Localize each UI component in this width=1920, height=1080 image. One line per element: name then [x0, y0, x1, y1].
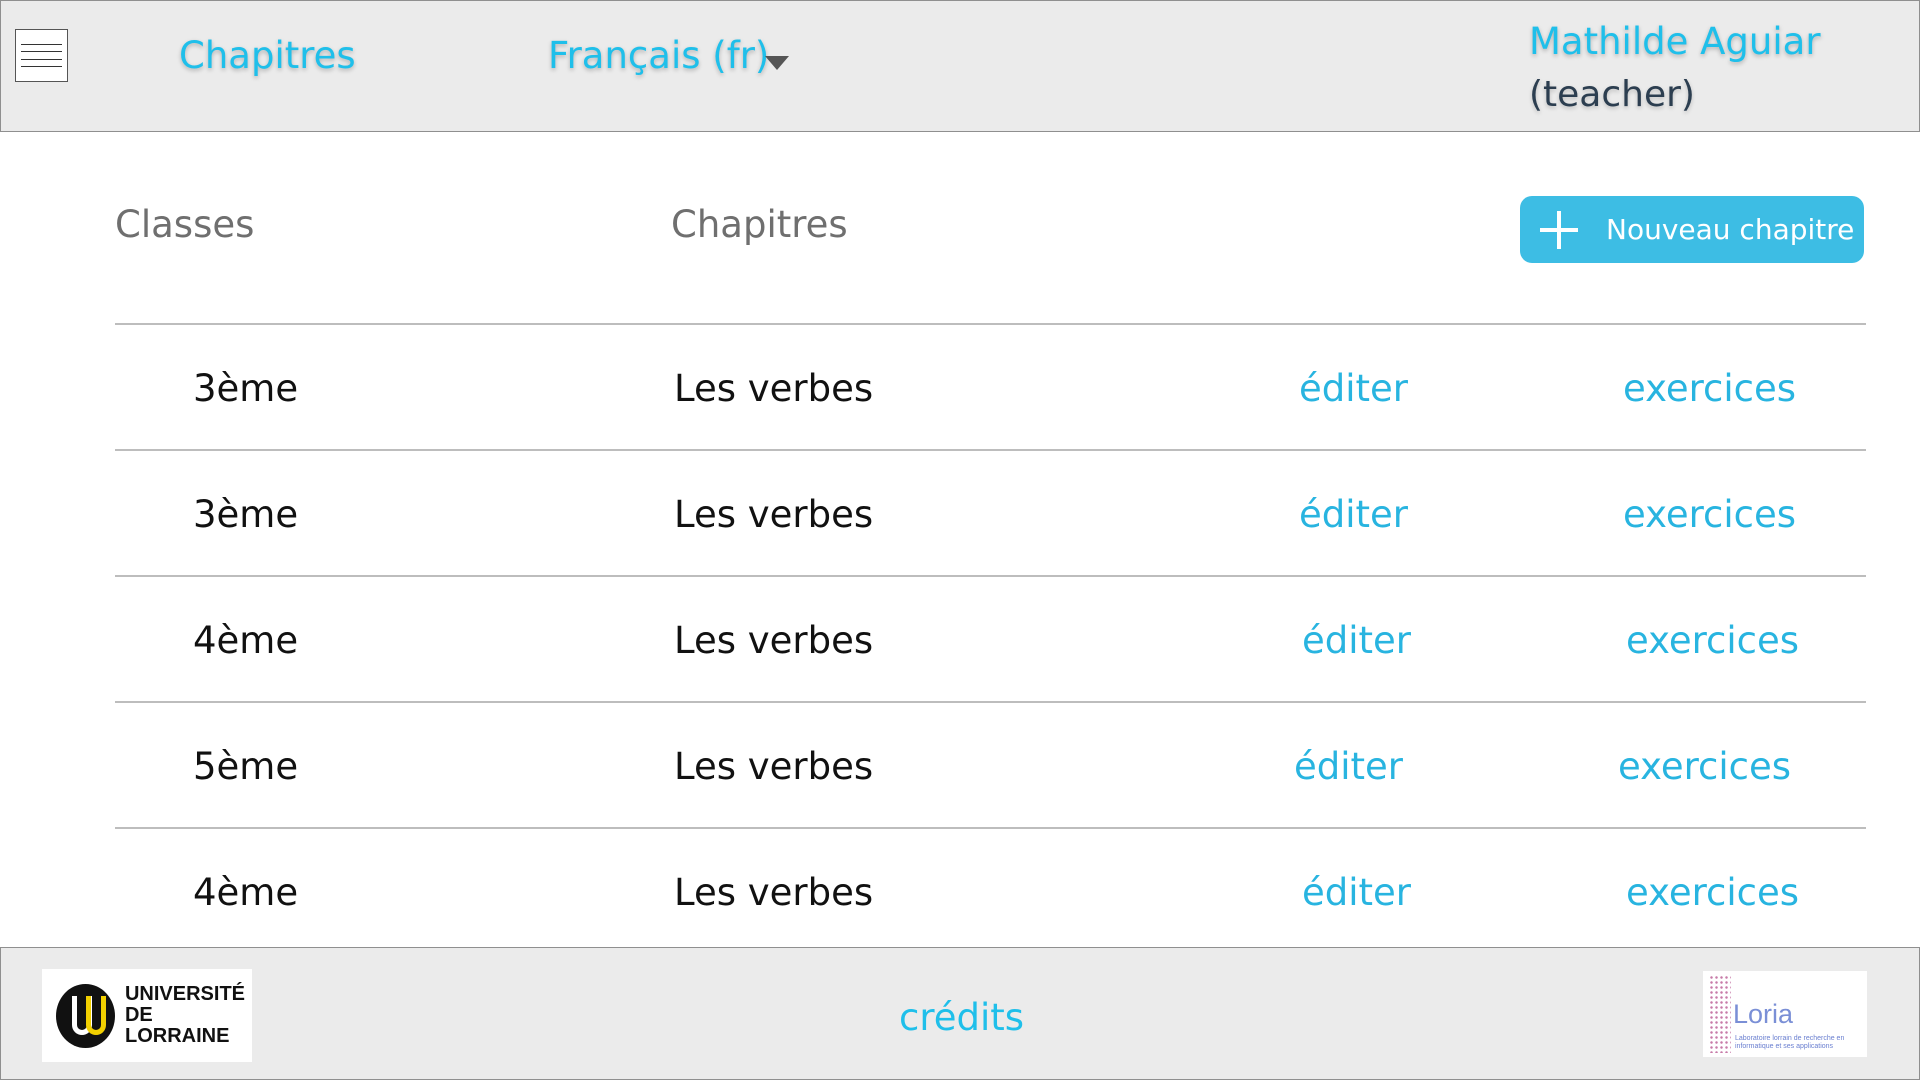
edit-link[interactable]: éditer: [1299, 367, 1408, 410]
exercises-link[interactable]: exercices: [1623, 367, 1796, 410]
table-row: 5ème Les verbes éditer exercices: [115, 701, 1866, 827]
exercises-link[interactable]: exercices: [1626, 619, 1799, 662]
footer-bar: UNIVERSITÉ DE LORRAINE crédits Loria Lab…: [0, 947, 1920, 1080]
user-name-link[interactable]: Mathilde Aguiar: [1529, 20, 1821, 63]
exercises-link[interactable]: exercices: [1626, 871, 1799, 914]
chapter-cell: Les verbes: [674, 871, 874, 914]
top-bar: Chapitres Français (fr) Mathilde Aguiar …: [0, 0, 1920, 132]
loria-logo[interactable]: Loria Laboratoire lorrain de recherche e…: [1703, 971, 1867, 1057]
chevron-down-icon[interactable]: [765, 56, 789, 70]
language-select[interactable]: Français (fr): [548, 34, 769, 77]
table-row: 3ème Les verbes éditer exercices: [115, 449, 1866, 575]
table-row: 4ème Les verbes éditer exercices: [115, 575, 1866, 701]
chapter-cell: Les verbes: [674, 745, 874, 788]
exercises-link[interactable]: exercices: [1618, 745, 1791, 788]
chapter-cell: Les verbes: [674, 493, 874, 536]
class-cell: 4ème: [193, 871, 299, 914]
menu-line: [21, 66, 62, 68]
table-row: 4ème Les verbes éditer exercices: [115, 827, 1866, 953]
new-chapter-button-label: Nouveau chapitre: [1606, 213, 1855, 246]
edit-link[interactable]: éditer: [1302, 871, 1411, 914]
nav-chapitres-link[interactable]: Chapitres: [179, 34, 356, 77]
table-row: 3ème Les verbes éditer exercices: [115, 323, 1866, 449]
ul-logo-text: UNIVERSITÉ DE LORRAINE: [125, 984, 252, 1047]
ul-logo-line-1: UNIVERSITÉ: [124, 983, 246, 1005]
chapter-cell: Les verbes: [674, 367, 874, 410]
new-chapter-button[interactable]: Nouveau chapitre: [1520, 196, 1864, 263]
hamburger-menu-icon[interactable]: [15, 29, 68, 82]
chapters-table: 3ème Les verbes éditer exercices 3ème Le…: [115, 323, 1866, 953]
loria-dots-icon: [1709, 975, 1731, 1053]
loria-logo-subtitle: Laboratoire lorrain de recherche en info…: [1735, 1035, 1845, 1050]
edit-link[interactable]: éditer: [1299, 493, 1408, 536]
class-cell: 4ème: [193, 619, 299, 662]
class-cell: 3ème: [193, 367, 299, 410]
universite-de-lorraine-logo[interactable]: UNIVERSITÉ DE LORRAINE: [42, 969, 252, 1062]
class-cell: 5ème: [193, 745, 299, 788]
menu-line: [21, 58, 62, 60]
edit-link[interactable]: éditer: [1294, 745, 1403, 788]
ul-logo-line-2: DE LORRAINE: [124, 1004, 230, 1047]
ul-logo-mark-icon: [56, 983, 115, 1048]
menu-line: [21, 51, 62, 53]
menu-line: [21, 43, 62, 45]
loria-logo-word: Loria: [1733, 999, 1794, 1029]
edit-link[interactable]: éditer: [1302, 619, 1411, 662]
chapter-cell: Les verbes: [674, 619, 874, 662]
exercises-link[interactable]: exercices: [1623, 493, 1796, 536]
user-role: (teacher): [1529, 74, 1695, 115]
column-header-classes: Classes: [115, 203, 255, 246]
column-header-chapitres: Chapitres: [671, 203, 848, 246]
plus-icon: [1538, 209, 1580, 251]
credits-link[interactable]: crédits: [899, 996, 1024, 1039]
class-cell: 3ème: [193, 493, 299, 536]
